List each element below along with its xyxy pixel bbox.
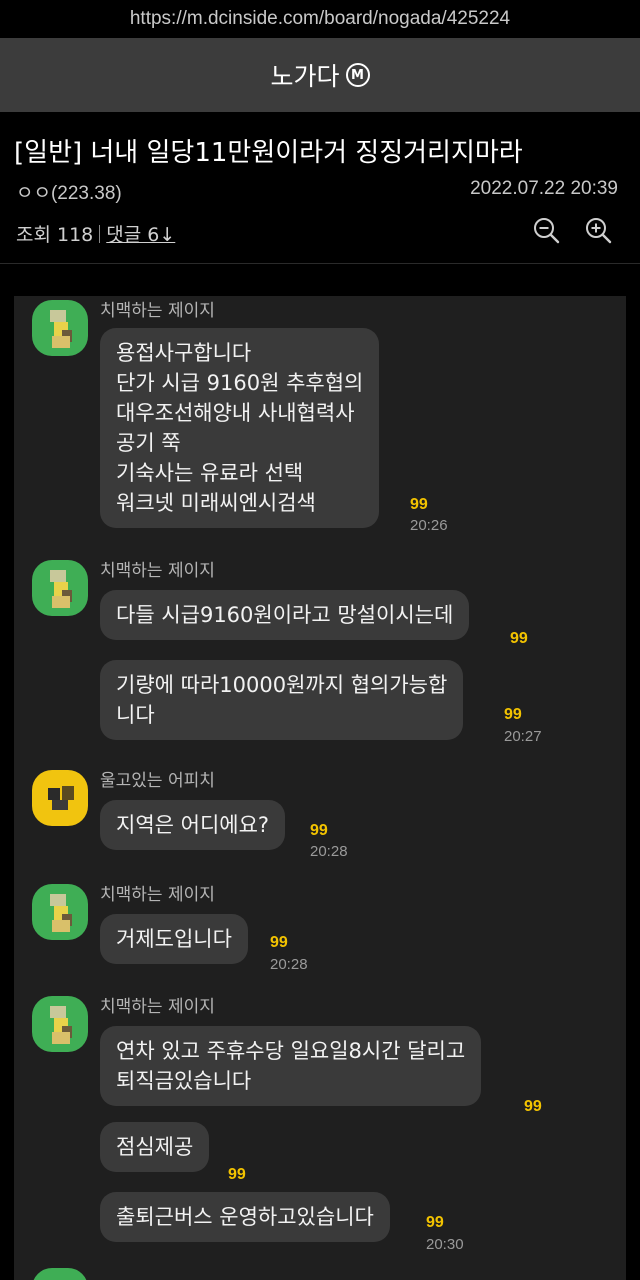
unread-count: 99 bbox=[228, 1166, 246, 1183]
message-time: 20:28 bbox=[270, 956, 308, 973]
gallery-header: 노가다 M bbox=[0, 38, 640, 112]
sender-name: 치맥하는 제이지 bbox=[100, 301, 215, 321]
unread-count: 99 bbox=[270, 934, 288, 951]
sender-name: 치맥하는 제이지 bbox=[100, 561, 215, 581]
url-text: https://m.dcinside.com/board/nogada/4252… bbox=[129, 8, 511, 29]
chat-screenshot: 치맥하는 제이지 용접사구합니다 단가 시급 9160원 추후협의 대우조선해양… bbox=[14, 296, 626, 1280]
unread-count: 99 bbox=[510, 630, 528, 647]
message-time: 20:26 bbox=[410, 517, 448, 534]
unread-count: 99 bbox=[524, 1098, 542, 1115]
message-bubble: 지역은 어디에요? bbox=[100, 800, 286, 850]
message-bubble: 점심제공 bbox=[100, 1122, 210, 1172]
unread-count: 99 bbox=[410, 496, 428, 513]
message-bubble: 연차 있고 주휴수당 일요일8시간 달리고 퇴직금있습니다 bbox=[100, 1026, 482, 1106]
message-time: 20:27 bbox=[504, 728, 542, 745]
avatar bbox=[32, 1268, 88, 1280]
unread-count: 99 bbox=[310, 822, 328, 839]
url-bar[interactable]: https://m.dcinside.com/board/nogada/4252… bbox=[0, 0, 640, 38]
message-time: 20:30 bbox=[426, 1236, 464, 1253]
comment-count[interactable]: 댓글 6↓ bbox=[106, 220, 175, 247]
sender-name: 울고있는 어피치 bbox=[100, 771, 215, 791]
view-count: 조회 118 bbox=[16, 224, 94, 246]
sender-name: 치맥하는 제이지 bbox=[100, 885, 215, 905]
message-bubble: 출퇴근버스 운영하고있습니다 bbox=[100, 1192, 390, 1242]
message-time: 20:28 bbox=[310, 843, 348, 860]
unread-count: 99 bbox=[426, 1214, 444, 1231]
message-bubble: 다들 시급9160원이라고 망설이시는데 bbox=[100, 590, 470, 640]
avatar bbox=[32, 300, 88, 356]
gallery-title[interactable]: 노가다 bbox=[270, 57, 339, 93]
post-stats: 조회 118 댓글 6↓ bbox=[16, 220, 175, 247]
avatar bbox=[32, 770, 88, 826]
divider bbox=[99, 224, 101, 243]
avatar bbox=[32, 560, 88, 616]
sender-name: 치맥하는 제이지 bbox=[100, 997, 215, 1017]
post-title: [일반] 너내 일당11만원이라거 징징거리지마라 bbox=[14, 138, 523, 168]
message-bubble: 용접사구합니다 단가 시급 9160원 추후협의 대우조선해양내 사내협력사 공… bbox=[100, 328, 380, 528]
message-bubble: 거제도입니다 bbox=[100, 914, 248, 964]
avatar bbox=[32, 996, 88, 1052]
post-date: 2022.07.22 20:39 bbox=[470, 178, 618, 199]
post-header: [일반] 너내 일당11만원이라거 징징거리지마라 ㅇㅇ(223.38) 202… bbox=[0, 112, 640, 264]
message-bubble: 기량에 따라10000원까지 협의가능합 니다 bbox=[100, 660, 464, 740]
post-author[interactable]: ㅇㅇ(223.38) bbox=[16, 178, 122, 205]
zoom-out-icon[interactable] bbox=[532, 216, 560, 244]
avatar bbox=[32, 884, 88, 940]
zoom-in-icon[interactable] bbox=[584, 216, 612, 244]
mail-badge-icon: M bbox=[345, 63, 370, 87]
unread-count: 99 bbox=[504, 706, 522, 723]
